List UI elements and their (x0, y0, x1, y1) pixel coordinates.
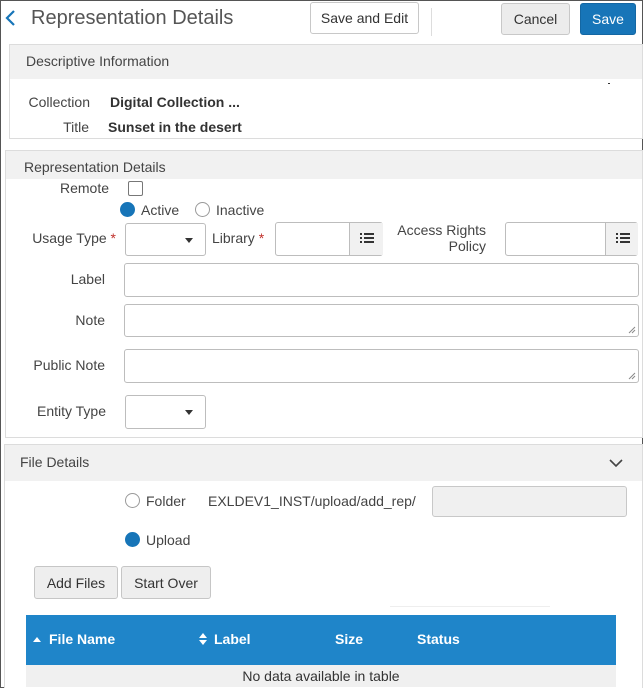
inactive-radio[interactable] (195, 202, 210, 217)
section-title: Descriptive Information (26, 53, 170, 69)
public-note-textarea[interactable] (124, 349, 639, 383)
collection-value[interactable]: Digital Collection ... (110, 94, 240, 110)
active-label: Active (141, 202, 180, 218)
start-over-button[interactable]: Start Over (121, 566, 211, 599)
active-radio[interactable] (120, 202, 135, 217)
note-textarea[interactable] (124, 304, 639, 337)
remote-checkbox[interactable] (128, 181, 143, 196)
column-status[interactable]: Status (417, 631, 460, 647)
folder-radio[interactable] (125, 493, 140, 508)
caret-down-icon (185, 238, 193, 243)
section-title: File Details (20, 454, 90, 470)
save-and-edit-button[interactable]: Save and Edit (310, 2, 419, 34)
remote-label: Remote (59, 180, 109, 196)
access-rights-list-button[interactable] (605, 223, 638, 255)
library-list-button[interactable] (349, 223, 383, 255)
entity-type-select[interactable] (125, 395, 206, 429)
public-note-label: Public Note (33, 357, 105, 373)
column-label[interactable]: Label (214, 631, 251, 647)
caret-down-icon (185, 410, 193, 415)
note-label: Note (75, 312, 105, 328)
column-file-name[interactable]: File Name (49, 631, 115, 647)
chevron-down-icon[interactable] (609, 458, 623, 468)
access-rights-label-line1: Access Rights (397, 222, 486, 238)
divider (390, 606, 550, 607)
add-files-button[interactable]: Add Files (34, 566, 118, 599)
sort-both-icon[interactable] (199, 633, 207, 645)
library-label: Library * (212, 230, 265, 246)
usage-type-select[interactable] (125, 223, 206, 256)
access-rights-label-line2: Policy (448, 238, 486, 254)
inactive-label: Inactive (216, 202, 265, 218)
descriptive-information-section: Descriptive Information Collection Digit… (9, 44, 643, 139)
page-header: Representation Details Save and Edit Can… (0, 0, 643, 40)
column-size[interactable]: Size (335, 631, 363, 647)
entity-type-label: Entity Type (36, 403, 106, 419)
collection-label: Collection (28, 94, 90, 110)
upload-radio[interactable] (125, 532, 140, 547)
file-details-header[interactable]: File Details (5, 445, 642, 481)
folder-input[interactable] (432, 486, 627, 517)
header-divider (431, 8, 432, 36)
access-rights-policy-picker[interactable] (505, 222, 638, 256)
section-title: Representation Details (24, 159, 166, 175)
label-input[interactable] (124, 263, 639, 297)
descriptive-information-header: Descriptive Information (10, 45, 642, 79)
save-button[interactable]: Save (580, 3, 636, 35)
files-table-header: File Name Label Size Status (26, 615, 616, 665)
sort-asc-icon[interactable] (33, 636, 41, 642)
list-icon (616, 233, 630, 243)
back-chevron-icon[interactable] (2, 6, 22, 30)
resize-handle-icon[interactable] (628, 326, 636, 334)
folder-path: EXLDEV1_INST/upload/add_rep/ (208, 493, 416, 509)
upload-label: Upload (146, 532, 191, 548)
cancel-button[interactable]: Cancel (501, 3, 570, 35)
scroll-mark (608, 83, 610, 84)
folder-label: Folder (146, 493, 186, 509)
resize-handle-icon[interactable] (628, 372, 636, 380)
page-title: Representation Details (31, 7, 234, 29)
title-value: Sunset in the desert (108, 119, 242, 135)
list-icon (360, 233, 374, 243)
title-label: Title (63, 119, 89, 135)
table-empty-row: No data available in table (26, 665, 616, 687)
label-field-label: Label (70, 271, 105, 287)
representation-details-header: Representation Details (6, 151, 642, 179)
library-picker[interactable] (275, 222, 383, 256)
usage-type-label: Usage Type * (32, 230, 116, 246)
